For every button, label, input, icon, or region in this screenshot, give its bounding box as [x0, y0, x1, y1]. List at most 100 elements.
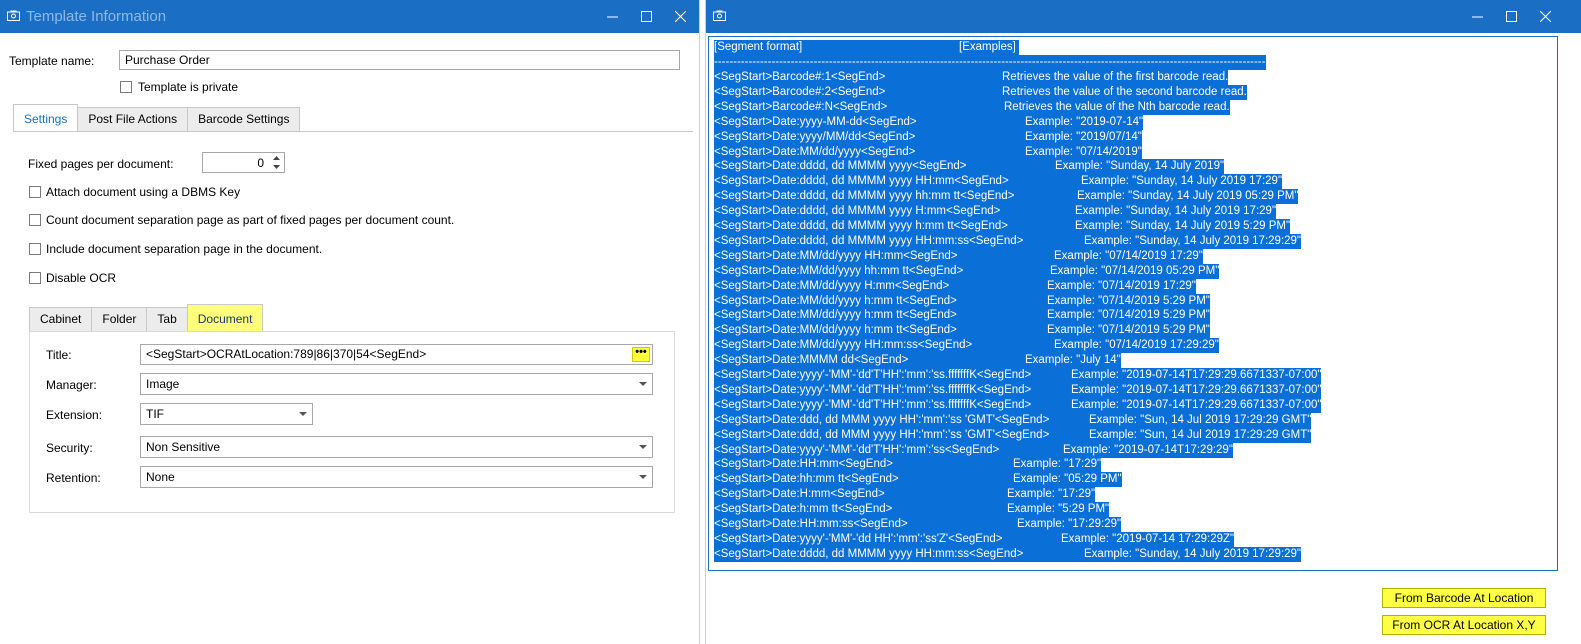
tab-post-file-actions[interactable]: Post File Actions: [77, 107, 189, 131]
segment-format-line: <SegStart>Date:yyyy'-'MM'-'dd HH':'mm':'…: [714, 531, 1061, 547]
segment-format-line: <SegStart>Date:MMMM dd<SegEnd>: [714, 353, 1025, 369]
tab-divider: [13, 131, 693, 132]
segment-example-line: Example: "Sunday, 14 July 2019 5:29 PM": [1075, 219, 1291, 234]
security-label: Security:: [46, 441, 93, 455]
segment-format-line: <SegStart>Date:MM/dd/yyyy h:mm tt<SegEnd…: [714, 293, 1047, 309]
segment-example-line: Example: "2019-07-14T17:29:29.6671337-07…: [1071, 368, 1322, 383]
security-select[interactable]: Non Sensitive: [140, 436, 653, 458]
segment-example-line: Retrieves the value of the second barcod…: [1002, 84, 1247, 100]
segment-format-line: <SegStart>Date:MM/dd/yyyy HH:mm<SegEnd>: [714, 248, 1054, 264]
titlebar[interactable]: Template Information: [0, 0, 699, 33]
settings-tabs: Settings Post File Actions Barcode Setti…: [13, 104, 301, 131]
segment-format-line: <SegStart>Date:dddd, dd MMMM yyyy<SegEnd…: [714, 159, 1055, 175]
segment-example-line: Example: "Sunday, 14 July 2019 17:29:29": [1084, 546, 1302, 562]
tab-barcode-settings[interactable]: Barcode Settings: [187, 107, 301, 131]
include-separation-checkbox[interactable]: [29, 243, 41, 255]
segment-format-textbox[interactable]: [Segment format] [Examples] ------------…: [708, 36, 1558, 571]
tab-cabinet[interactable]: Cabinet: [29, 307, 93, 331]
segment-format-line: <SegStart>Date:MM/dd/yyyy HH:mm:ss<SegEn…: [714, 338, 1054, 354]
segment-example-line: Example: "07/14/2019": [1025, 144, 1142, 160]
tab-settings[interactable]: Settings: [13, 104, 79, 131]
segment-example-line: Example: "Sun, 14 Jul 2019 17:29:29 GMT": [1089, 412, 1312, 428]
segment-example-line: Example: "07/14/2019 17:29": [1054, 248, 1203, 264]
extension-value: TIF: [146, 407, 164, 421]
segment-format-line: <SegStart>Date:dddd, dd MMMM yyyy HH:mm:…: [714, 233, 1084, 249]
segment-example-line: Example: "07/14/2019 5:29 PM": [1047, 293, 1210, 309]
fixed-pages-value: 0: [257, 156, 264, 170]
segment-format-line: <SegStart>Date:HH:mm:ss<SegEnd>: [714, 517, 1017, 532]
title-input[interactable]: <SegStart>OCRAtLocation:789|86|370|54<Se…: [140, 344, 653, 365]
segment-format-line: <SegStart>Date:dddd, dd MMMM yyyy HH:mm<…: [714, 174, 1081, 190]
segment-example-line: Example: "17:29": [1007, 487, 1096, 503]
extension-label: Extension:: [46, 408, 103, 422]
maximize-button[interactable]: [1493, 0, 1529, 33]
segment-format-line: <SegStart>Date:H:mm<SegEnd>: [714, 487, 1007, 503]
segment-format-line: <SegStart>Date:hh:mm tt<SegEnd>: [714, 472, 1013, 488]
close-button[interactable]: [1527, 0, 1563, 33]
segment-example-line: Example: "2019-07-14T17:29:29.6671337-07…: [1071, 382, 1322, 398]
count-separation-label: Count document separation page as part o…: [46, 213, 455, 227]
segment-format-line: <SegStart>Date:MM/dd/yyyy h:mm tt<SegEnd…: [714, 308, 1047, 324]
minimize-button[interactable]: [594, 0, 630, 33]
disable-ocr-checkbox[interactable]: [29, 272, 41, 284]
minimize-button[interactable]: [1459, 0, 1495, 33]
segment-example-line: Example: "Sunday, 14 July 2019 17:29:29": [1084, 233, 1302, 249]
tab-folder[interactable]: Folder: [91, 307, 148, 331]
segment-format-line: <SegStart>Date:dddd, dd MMMM yyyy hh:mm …: [714, 189, 1077, 205]
tab-document[interactable]: Document: [186, 304, 264, 331]
manager-value: Image: [146, 377, 180, 391]
segment-format-line: <SegStart>Date:MM/dd/yyyy H:mm<SegEnd>: [714, 278, 1047, 294]
chevron-down-icon: [639, 445, 647, 449]
stepper-up-icon[interactable]: [270, 154, 282, 162]
include-separation-label: Include document separation page in the …: [46, 242, 323, 256]
segment-example-line: Example: "07/14/2019 5:29 PM": [1047, 308, 1210, 324]
manager-select[interactable]: Image: [140, 373, 653, 395]
segment-example-line: Example: "07/14/2019 17:29": [1047, 278, 1196, 294]
segment-example-line: Example: "07/14/2019 17:29:29": [1054, 338, 1219, 354]
template-name-label: Template name:: [9, 54, 95, 68]
segment-example-line: Example: "2019-07-14 17:29:29Z": [1061, 531, 1235, 547]
title-label: Title:: [46, 348, 72, 362]
segment-example-line: Example: "July 14": [1025, 353, 1121, 369]
tab-tab[interactable]: Tab: [146, 307, 188, 331]
segment-example-line: Example: "07/14/2019 5:29 PM": [1047, 323, 1210, 339]
chevron-down-icon: [639, 475, 647, 479]
header-divider: ----------------------------------------…: [714, 55, 1266, 70]
fixed-pages-stepper[interactable]: 0: [202, 152, 285, 173]
segment-example-line: Example: "Sunday, 14 July 2019 17:29": [1081, 174, 1283, 190]
retention-select[interactable]: None: [140, 466, 653, 488]
segment-example-line: Example: "17:29": [1013, 457, 1102, 473]
template-name-input[interactable]: Purchase Order: [119, 50, 680, 70]
from-ocr-button[interactable]: From OCR At Location X,Y: [1382, 615, 1546, 635]
close-button[interactable]: [662, 0, 698, 33]
chevron-down-icon: [299, 412, 307, 416]
segment-format-line: <SegStart>Date:h:mm tt<SegEnd>: [714, 502, 1007, 518]
template-private-checkbox[interactable]: [120, 81, 132, 93]
dbms-key-checkbox[interactable]: [29, 186, 41, 198]
segment-format-line: <SegStart>Date:yyyy/MM/dd<SegEnd>: [714, 129, 1025, 145]
segment-format-line: <SegStart>Barcode#:N<SegEnd>: [714, 99, 1004, 115]
segment-format-line: <SegStart>Date:yyyy-MM-dd<SegEnd>: [714, 114, 1025, 130]
segment-format-line: <SegStart>Date:yyyy'-'MM'-'dd'T'HH':'mm'…: [714, 368, 1071, 383]
segment-example-line: Example: "Sun, 14 Jul 2019 17:29:29 GMT": [1089, 427, 1312, 443]
header-examples: [Examples]: [959, 40, 1019, 55]
maximize-button[interactable]: [628, 0, 664, 33]
window-title: Template Information: [26, 8, 167, 25]
header-format: [Segment format]: [714, 40, 959, 55]
segment-example-line: Example: "17:29:29": [1017, 517, 1122, 532]
count-separation-checkbox[interactable]: [29, 214, 41, 226]
segment-example-line: Example: "2019-07-14T17:29:29.6671337-07…: [1071, 397, 1322, 413]
titlebar[interactable]: [706, 0, 1581, 33]
camera-icon: [713, 10, 726, 21]
segment-format-line: <SegStart>Date:yyyy'-'MM'-'dd'T'HH':'mm'…: [714, 382, 1071, 398]
title-browse-button[interactable]: •••: [632, 347, 650, 362]
stepper-down-icon[interactable]: [270, 163, 282, 171]
extension-select[interactable]: TIF: [140, 403, 313, 425]
camera-icon: [7, 10, 20, 21]
segment-format-line: <SegStart>Date:HH:mm<SegEnd>: [714, 457, 1013, 473]
from-barcode-button[interactable]: From Barcode At Location: [1382, 588, 1546, 608]
segment-format-line: <SegStart>Barcode#:2<SegEnd>: [714, 84, 1002, 100]
document-tabs: Cabinet Folder Tab Document: [29, 304, 264, 331]
segment-format-line: <SegStart>Date:yyyy'-'MM'-'dd'T'HH':'mm'…: [714, 442, 1063, 458]
segment-format-line: <SegStart>Date:MM/dd/yyyy h:mm tt<SegEnd…: [714, 323, 1047, 339]
